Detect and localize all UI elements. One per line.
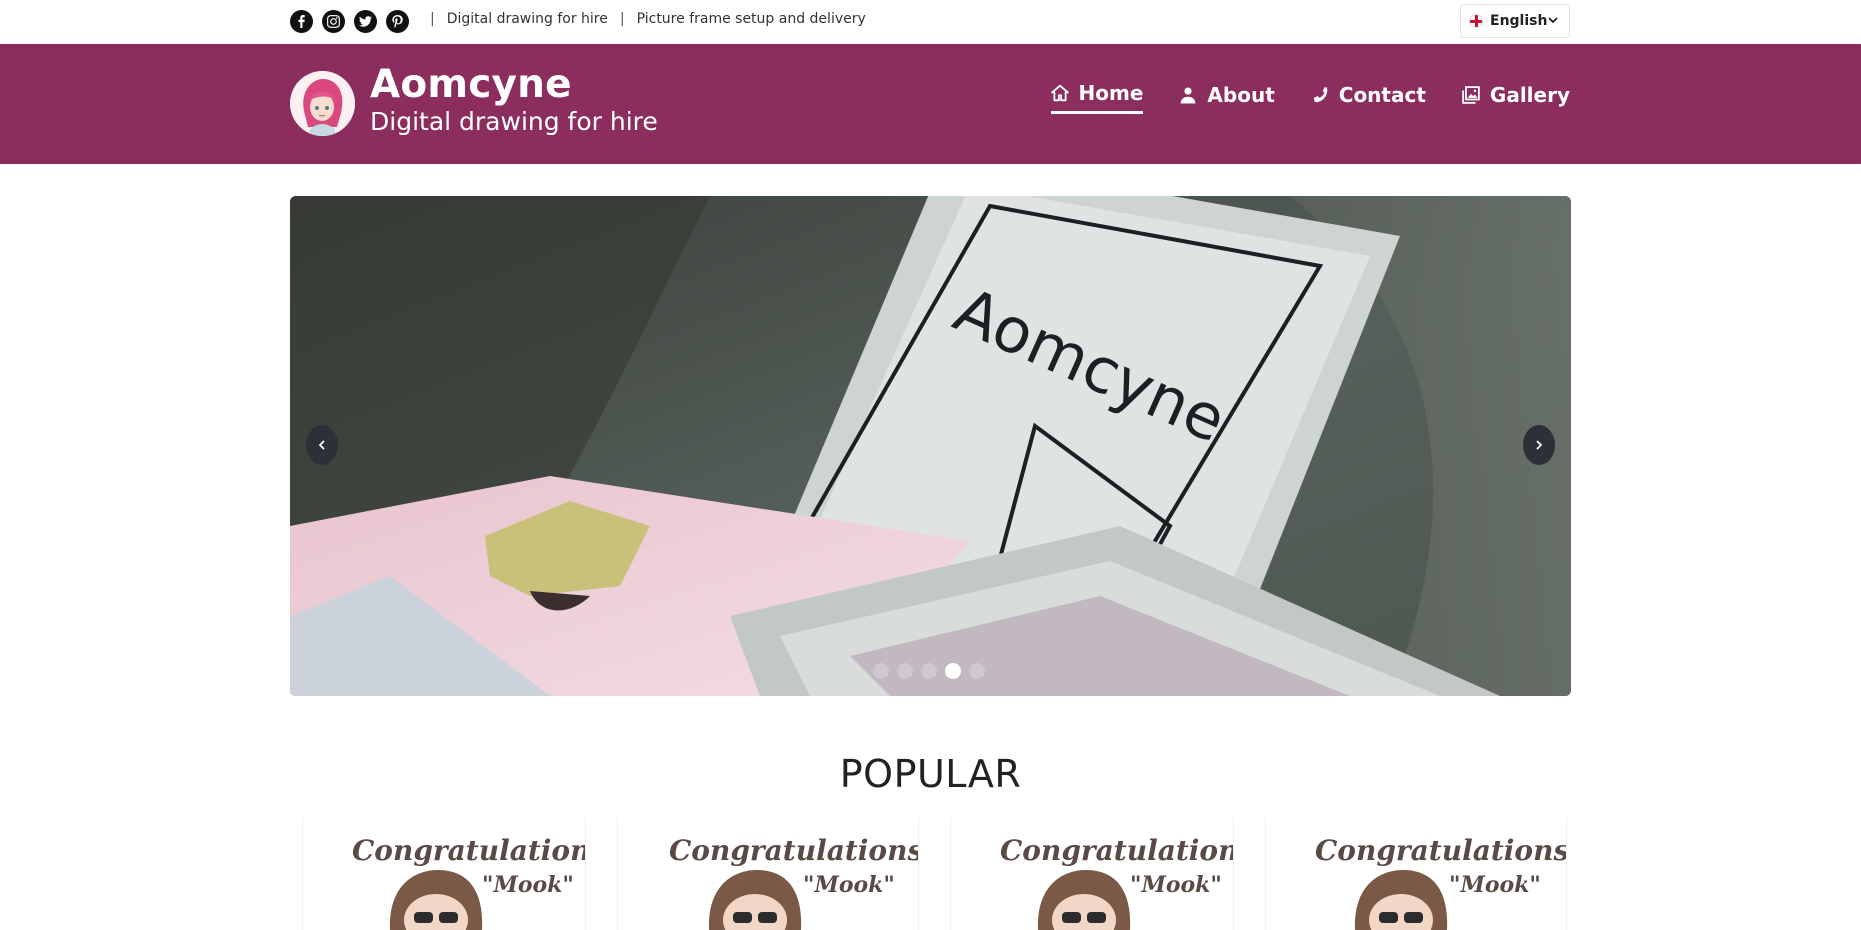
carousel-dot-1[interactable]: [873, 663, 889, 679]
card-image: Congratulations "Mook": [1315, 834, 1566, 930]
carousel-dot-5[interactable]: [969, 663, 985, 679]
svg-text:Congratulations: Congratulations: [1000, 834, 1233, 867]
site-subtitle: Digital drawing for hire: [370, 107, 658, 136]
separator: |: [619, 11, 625, 27]
popular-heading: POPULAR: [839, 752, 1022, 796]
language-label: English: [1490, 13, 1548, 29]
card-image: Congratulations "Mook": [1000, 834, 1233, 930]
logo-avatar[interactable]: [290, 71, 355, 136]
svg-text:Congratulations: Congratulations: [1315, 834, 1566, 867]
card-image: Congratulations "Mook": [352, 834, 585, 930]
popular-cards: Congratulations "Mook" Congratulations "…: [0, 818, 1861, 930]
carousel-prev-button[interactable]: [306, 425, 338, 465]
carousel-slide-image: Aomcyne: [290, 196, 1571, 696]
chevron-right-icon: [1536, 440, 1543, 450]
carousel-dot-3[interactable]: [921, 663, 937, 679]
carousel-dot-2[interactable]: [897, 663, 913, 679]
site-title[interactable]: Aomcyne: [370, 62, 572, 107]
separator: |: [430, 11, 435, 27]
carousel-next-button[interactable]: [1523, 425, 1555, 465]
gallery-icon: [1462, 86, 1480, 104]
popular-card[interactable]: Congratulations "Mook": [1265, 818, 1567, 930]
hero-carousel: Aomcyne: [290, 196, 1571, 696]
uk-flag-icon: [1469, 14, 1483, 28]
user-icon: [1181, 87, 1196, 104]
nav-home-label: Home: [1078, 81, 1144, 105]
nav-gallery[interactable]: Gallery: [1462, 74, 1570, 116]
nav-contact-label: Contact: [1338, 83, 1426, 107]
nav-about[interactable]: About: [1179, 74, 1275, 116]
svg-text:Congratulations: Congratulations: [669, 834, 918, 867]
card-image: Congratulations "Mook": [669, 834, 918, 930]
link-digital-drawing[interactable]: Digital drawing for hire: [447, 11, 608, 27]
social-links: [290, 10, 409, 33]
chevron-down-icon: [1548, 17, 1558, 24]
chevron-left-icon: [318, 440, 325, 450]
popular-card[interactable]: Congratulations "Mook": [302, 818, 586, 930]
top-links: | Digital drawing for hire | Picture fra…: [418, 11, 866, 27]
svg-text:"Mook": "Mook": [1449, 872, 1541, 898]
nav-contact[interactable]: Contact: [1311, 74, 1426, 116]
facebook-icon[interactable]: [290, 10, 313, 33]
nav-home[interactable]: Home: [1050, 72, 1144, 114]
carousel-dot-4[interactable]: [945, 663, 961, 679]
phone-icon: [1313, 87, 1328, 103]
nav-gallery-label: Gallery: [1489, 83, 1570, 107]
language-selector[interactable]: English: [1460, 4, 1570, 38]
main-nav: Home About Contact Gallery: [1050, 72, 1570, 116]
svg-text:"Mook": "Mook": [803, 872, 895, 898]
link-picture-frame[interactable]: Picture frame setup and delivery: [637, 11, 866, 27]
carousel-indicators: [873, 663, 985, 679]
home-icon: [1050, 84, 1069, 102]
svg-text:"Mook": "Mook": [1130, 872, 1222, 898]
instagram-icon[interactable]: [322, 10, 345, 33]
svg-text:Congratulations: Congratulations: [352, 834, 585, 867]
popular-card[interactable]: Congratulations "Mook": [950, 818, 1234, 930]
svg-text:"Mook": "Mook": [482, 872, 574, 898]
twitter-icon[interactable]: [354, 10, 377, 33]
popular-card[interactable]: Congratulations "Mook": [617, 818, 919, 930]
site-header: Aomcyne Digital drawing for hire Home Ab…: [0, 44, 1861, 164]
nav-about-label: About: [1207, 83, 1275, 107]
top-bar: | Digital drawing for hire | Picture fra…: [0, 0, 1861, 44]
pinterest-icon[interactable]: [386, 10, 409, 33]
